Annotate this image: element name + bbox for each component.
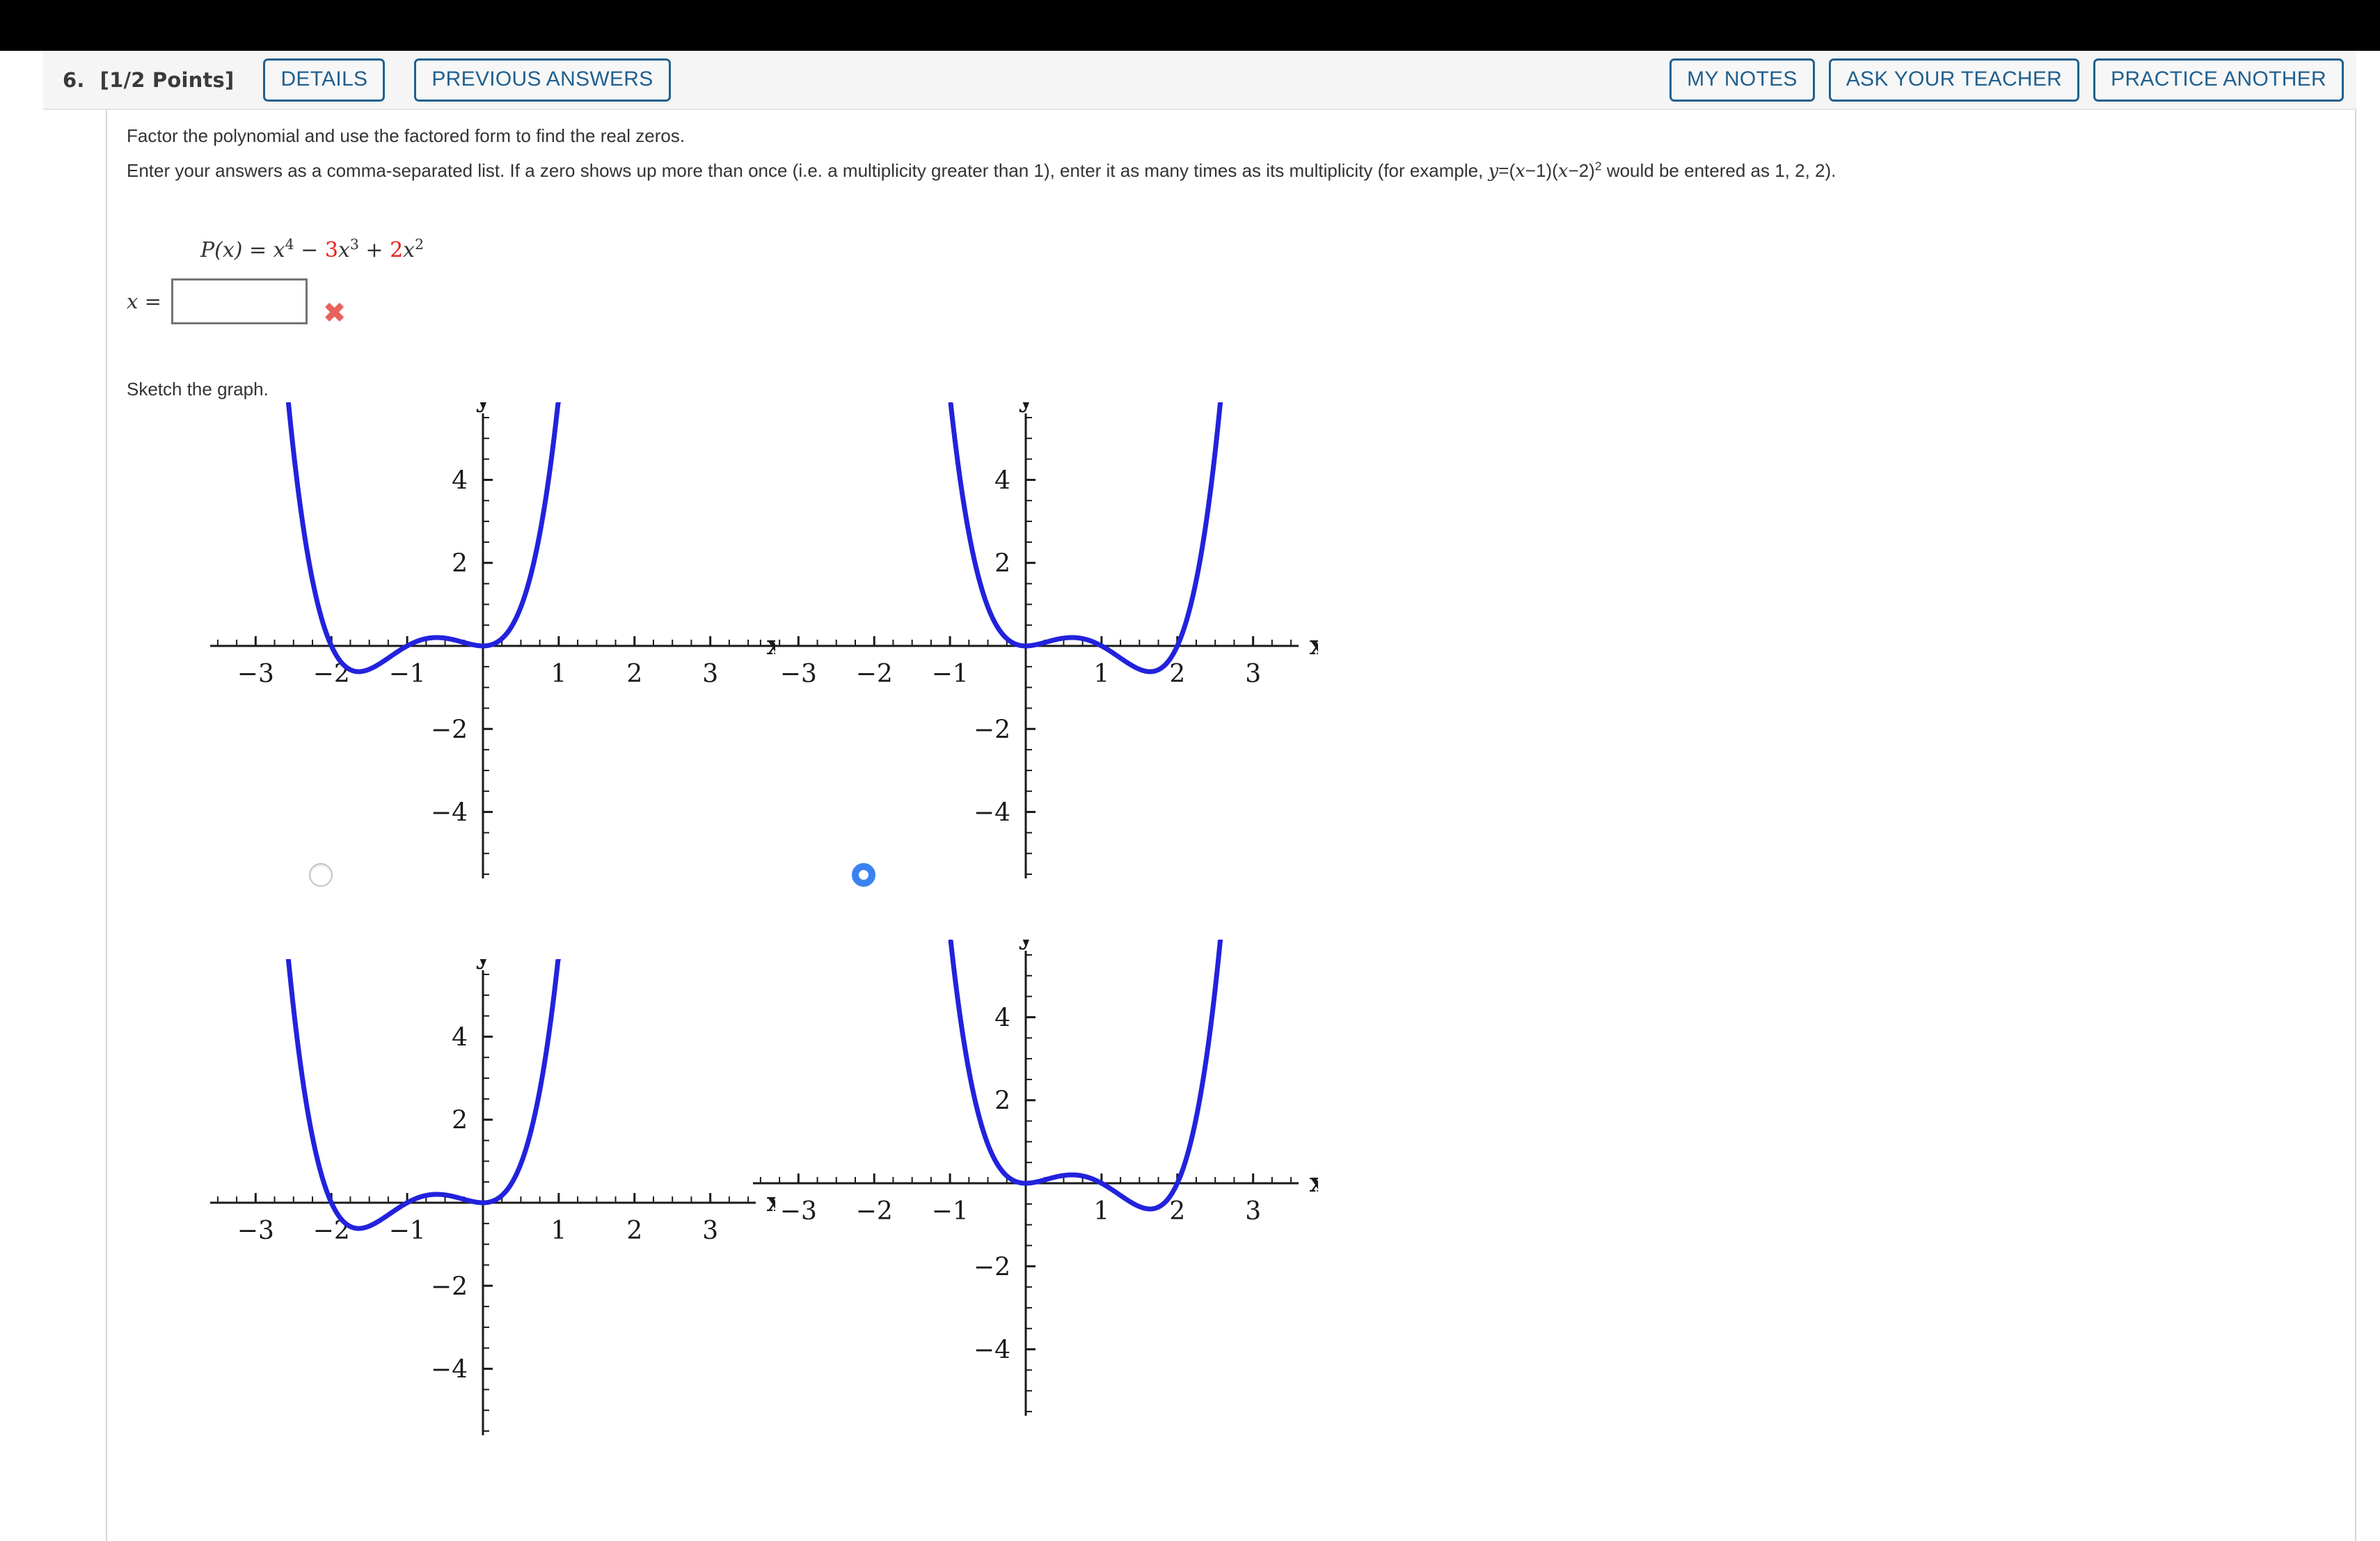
answer-row: x = ✖ [127, 276, 346, 327]
example-eq: =( [1498, 160, 1516, 181]
svg-text:2: 2 [452, 1107, 468, 1135]
svg-text:−3: −3 [237, 1217, 274, 1245]
example-var-y: y [1488, 161, 1499, 182]
question-header-bar: 6. [1/2 Points] DETAILS PREVIOUS ANSWERS… [43, 51, 2356, 110]
poly-term3-exponent: 2 [415, 236, 425, 253]
answer-label: x = [127, 290, 161, 313]
graph-option-1-radio[interactable] [309, 863, 333, 887]
poly-op1: − [294, 238, 325, 262]
poly-term1-exponent: 4 [285, 236, 294, 253]
question-content: Factor the polynomial and use the factor… [106, 110, 2356, 1541]
svg-text:3: 3 [702, 1217, 718, 1245]
example-mid: −1)( [1525, 160, 1558, 181]
graph-option-2-radio[interactable] [852, 863, 875, 887]
svg-text:−3: −3 [780, 1197, 817, 1226]
svg-text:−2: −2 [974, 716, 1010, 744]
prompt-line-2: Enter your answers as a comma-separated … [127, 160, 1836, 182]
svg-text:2: 2 [1169, 1197, 1185, 1226]
graph-option-4[interactable]: −3−2−112342−2−4xy ✔ [733, 940, 1318, 1489]
svg-text:2: 2 [994, 1087, 1010, 1116]
svg-text:−2: −2 [856, 1197, 893, 1226]
svg-text:4: 4 [452, 1023, 468, 1052]
sketch-the-graph-label: Sketch the graph. [127, 379, 269, 400]
svg-text:1: 1 [550, 660, 566, 688]
polynomial-expression: P(x) = x4 − 3x3 + 2x2 [200, 236, 425, 262]
svg-text:−3: −3 [237, 660, 274, 688]
svg-text:y: y [1017, 402, 1034, 413]
question-header-left: 6. [1/2 Points] DETAILS PREVIOUS ANSWERS [43, 51, 671, 109]
svg-text:2: 2 [1169, 660, 1185, 688]
browser-top-bar [0, 0, 2380, 51]
graph-option-2[interactable]: −3−2−112342−2−4xy [733, 402, 1318, 952]
svg-text:−4: −4 [974, 799, 1010, 828]
poly-op2: + [358, 238, 390, 262]
svg-text:y: y [475, 959, 491, 970]
graph-4-plot: −3−2−112342−2−4xy [753, 940, 1318, 1416]
prompt-line-1: Factor the polynomial and use the factor… [127, 125, 685, 146]
svg-text:2: 2 [626, 660, 642, 688]
svg-text:−3: −3 [780, 660, 817, 688]
poly-term3-coefficient: 2 [390, 238, 404, 262]
svg-text:2: 2 [452, 550, 468, 578]
svg-text:−4: −4 [431, 1356, 468, 1384]
svg-text:−1: −1 [932, 1197, 969, 1226]
svg-text:−4: −4 [431, 799, 468, 828]
poly-term2-exponent: 3 [349, 236, 359, 253]
svg-text:y: y [1017, 940, 1034, 950]
svg-text:x: x [1310, 1167, 1318, 1198]
question-number: 6. [63, 68, 85, 92]
svg-text:−1: −1 [389, 660, 426, 688]
svg-text:4: 4 [994, 1004, 1010, 1032]
svg-text:−2: −2 [974, 1253, 1010, 1281]
svg-text:x: x [1310, 629, 1318, 661]
svg-text:4: 4 [452, 466, 468, 495]
svg-text:−2: −2 [431, 1272, 468, 1301]
graph-2-plot: −3−2−112342−2−4xy [753, 402, 1318, 878]
svg-text:1: 1 [550, 1217, 566, 1245]
svg-text:y: y [475, 402, 491, 413]
svg-text:3: 3 [1245, 1197, 1261, 1226]
poly-lhs: P(x) [200, 238, 243, 262]
example-var-x2: x [1557, 161, 1569, 182]
svg-text:3: 3 [702, 660, 718, 688]
answer-input[interactable] [170, 278, 308, 324]
svg-text:−1: −1 [932, 660, 969, 688]
graph-option-1[interactable]: −3−2−112342−2−4xy [191, 402, 775, 952]
prompt-line-2-b: would be entered as 1, 2, 2). [1601, 160, 1836, 181]
poly-term1-base: x [273, 238, 285, 262]
practice-another-button[interactable]: PRACTICE ANOTHER [2093, 58, 2344, 102]
question-header-right: MY NOTES ASK YOUR TEACHER PRACTICE ANOTH… [1656, 51, 2356, 109]
svg-text:4: 4 [994, 466, 1010, 495]
svg-text:−4: −4 [974, 1336, 1010, 1365]
poly-term2-base: x [338, 238, 350, 262]
graph-3-plot: −3−2−112342−2−4xy [210, 959, 775, 1435]
example-var-x1: x [1515, 161, 1525, 182]
my-notes-button[interactable]: MY NOTES [1669, 58, 1815, 102]
prompt-line-2-a: Enter your answers as a comma-separated … [127, 160, 1489, 181]
poly-term2-coefficient: 3 [324, 238, 338, 262]
ask-your-teacher-button[interactable]: ASK YOUR TEACHER [1828, 58, 2080, 102]
example-exponent: 2 [1594, 159, 1602, 173]
svg-text:3: 3 [1245, 660, 1261, 688]
details-button[interactable]: DETAILS [263, 58, 386, 102]
graph-option-3[interactable]: −3−2−112342−2−4xy [191, 959, 775, 1509]
question-points: [1/2 Points] [100, 68, 235, 92]
poly-eq: = [242, 238, 273, 262]
graph-1-plot: −3−2−112342−2−4xy [210, 402, 775, 878]
page-root: 6. [1/2 Points] DETAILS PREVIOUS ANSWERS… [0, 0, 2380, 1541]
svg-text:2: 2 [994, 550, 1010, 578]
svg-text:−2: −2 [856, 660, 893, 688]
poly-term3-base: x [403, 238, 415, 262]
svg-text:1: 1 [1093, 1197, 1109, 1226]
incorrect-x-icon: ✖ [322, 297, 347, 329]
svg-text:1: 1 [1093, 660, 1109, 688]
previous-answers-button[interactable]: PREVIOUS ANSWERS [414, 58, 671, 102]
svg-text:−1: −1 [389, 1217, 426, 1245]
example-tail: −2) [1568, 160, 1595, 181]
svg-text:2: 2 [626, 1217, 642, 1245]
svg-text:−2: −2 [431, 716, 468, 744]
